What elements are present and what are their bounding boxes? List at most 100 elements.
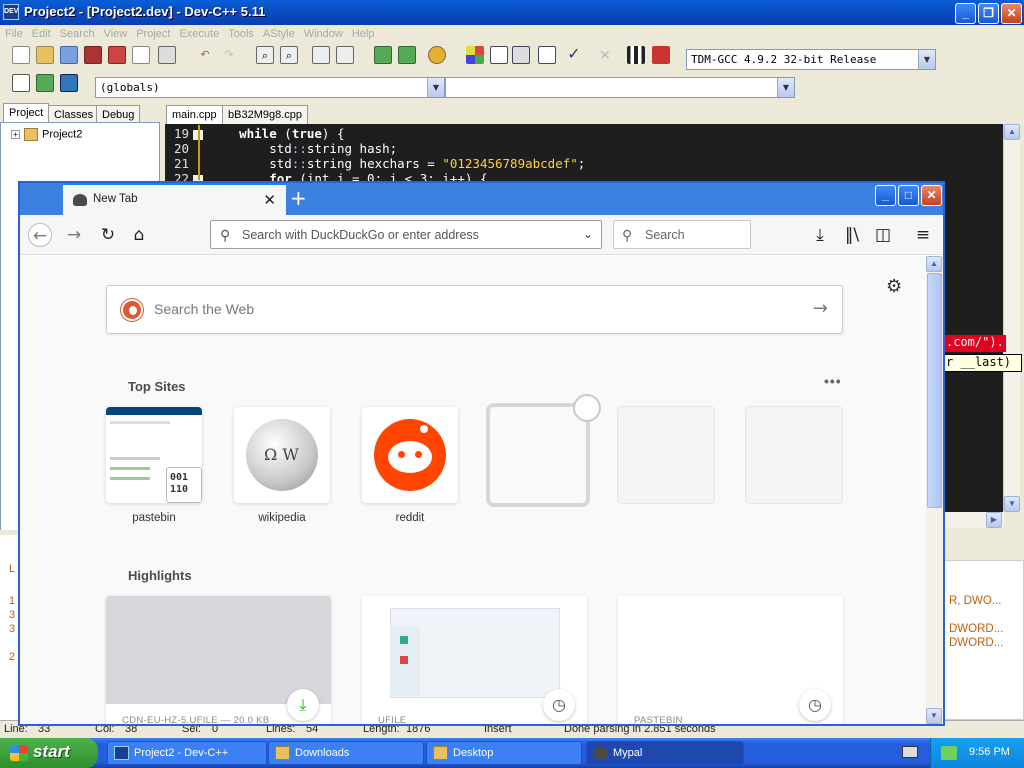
profile-icon[interactable] bbox=[627, 46, 645, 64]
chevron-down-icon[interactable]: ▼ bbox=[777, 78, 794, 97]
replace-icon[interactable]: ⌕ bbox=[280, 46, 298, 64]
menu-item-project[interactable]: Project bbox=[131, 25, 174, 40]
menu-item-window[interactable]: Window bbox=[299, 25, 347, 40]
gear-icon[interactable]: ⚙ bbox=[886, 276, 902, 297]
remove-file-icon[interactable] bbox=[398, 46, 416, 64]
network-icon[interactable] bbox=[941, 746, 957, 760]
highlight-card[interactable]: ◷ PASTEBIN bbox=[618, 596, 843, 724]
scroll-down-icon[interactable]: ▼ bbox=[926, 708, 942, 724]
scrollbar-thumb[interactable] bbox=[927, 273, 942, 508]
compiler-message-row[interactable]: DWORD... bbox=[949, 623, 1003, 635]
syntax-check-icon[interactable]: ✓ bbox=[565, 46, 583, 64]
delete-profile-icon[interactable] bbox=[652, 46, 670, 64]
redo-icon[interactable]: ↷ bbox=[220, 46, 238, 64]
open-file-icon[interactable] bbox=[36, 46, 54, 64]
top-site-tile-pastebin[interactable]: 001 110 bbox=[106, 407, 202, 503]
taskbar-item-mypal[interactable]: Mypal bbox=[586, 741, 744, 765]
indent-icon[interactable] bbox=[312, 46, 330, 64]
close-tab-icon[interactable]: ✕ bbox=[263, 191, 276, 209]
taskbar-item-downloads[interactable]: Downloads bbox=[268, 741, 424, 765]
home-icon[interactable]: ⌂ bbox=[127, 223, 151, 247]
menu-item-file[interactable]: File bbox=[0, 25, 27, 40]
back-icon[interactable]: ← bbox=[28, 223, 52, 247]
menu-item-view[interactable]: View bbox=[99, 25, 132, 40]
scroll-up-icon[interactable]: ▲ bbox=[1004, 124, 1020, 140]
browser-maximize-button[interactable]: □ bbox=[898, 185, 919, 206]
web-search-box[interactable]: Search the Web → bbox=[106, 285, 843, 334]
url-bar[interactable]: ⚲ Search with DuckDuckGo or enter addres… bbox=[210, 220, 602, 249]
restore-button[interactable]: ❐ bbox=[978, 3, 999, 24]
search-bar[interactable]: ⚲ Search bbox=[613, 220, 751, 249]
browser-tab-new-tab[interactable]: New Tab ✕ bbox=[63, 183, 286, 215]
menu-item-edit[interactable]: Edit bbox=[27, 25, 55, 40]
compiler-message-row[interactable]: DWORD... bbox=[949, 637, 1003, 649]
forward-icon[interactable]: → bbox=[62, 223, 86, 247]
more-options-icon[interactable]: ••• bbox=[824, 373, 842, 389]
close-file-icon[interactable] bbox=[108, 46, 126, 64]
print-icon[interactable] bbox=[158, 46, 176, 64]
menu-item-tools[interactable]: Tools bbox=[223, 25, 258, 40]
minimize-button[interactable]: _ bbox=[955, 3, 976, 24]
editor-vertical-scrollbar[interactable]: ▲ ▼ bbox=[1003, 124, 1020, 512]
close-button[interactable]: ✕ bbox=[1001, 3, 1022, 24]
compiler-messages-list[interactable]: R, DWO... DWORD... DWORD... bbox=[944, 560, 1024, 720]
arrow-right-icon[interactable]: → bbox=[813, 298, 828, 319]
stop-execution-icon[interactable]: ✕ bbox=[596, 46, 614, 64]
sidebar-icon[interactable]: ◫ bbox=[871, 223, 895, 247]
scroll-down-icon[interactable]: ▼ bbox=[1004, 496, 1020, 512]
hamburger-menu-icon[interactable]: ≡ bbox=[911, 223, 935, 247]
top-site-tile-empty[interactable] bbox=[618, 407, 714, 503]
undo-icon[interactable]: ↶ bbox=[196, 46, 214, 64]
compiler-select[interactable]: TDM-GCC 4.9.2 32-bit Release ▼ bbox=[686, 49, 936, 70]
compile-icon[interactable] bbox=[466, 46, 484, 64]
editor-tab-main-cpp[interactable]: main.cpp bbox=[166, 105, 223, 124]
rebuild-icon[interactable] bbox=[538, 46, 556, 64]
top-site-tile-wikipedia[interactable]: Ω W bbox=[234, 407, 330, 503]
chevron-down-icon[interactable]: ⌄ bbox=[583, 227, 593, 241]
browser-minimize-button[interactable]: _ bbox=[875, 185, 896, 206]
highlight-card[interactable]: ◷ UFILE bbox=[362, 596, 587, 724]
chevron-down-icon[interactable]: ▼ bbox=[427, 78, 444, 97]
highlight-card[interactable]: ⤓ CDN-EU-HZ-5.UFILE — 20.0 KB bbox=[106, 596, 331, 724]
run-icon[interactable] bbox=[490, 46, 508, 64]
taskbar-item-devcpp[interactable]: Project2 - Dev-C++ bbox=[107, 741, 267, 765]
taskbar-item-desktop[interactable]: Desktop bbox=[426, 741, 582, 765]
download-icon[interactable]: ⤓ bbox=[808, 223, 832, 247]
menu-item-execute[interactable]: Execute bbox=[174, 25, 223, 40]
reload-icon[interactable]: ↻ bbox=[96, 223, 120, 247]
browser-close-button[interactable]: ✕ bbox=[921, 185, 942, 206]
code-line[interactable]: 19 while (true) { bbox=[165, 126, 345, 141]
start-button[interactable]: start bbox=[0, 738, 98, 768]
menu-item-help[interactable]: Help bbox=[347, 25, 379, 40]
tab-project[interactable]: Project bbox=[3, 103, 50, 124]
scope-select[interactable]: (globals) ▼ bbox=[95, 77, 445, 98]
compile-run-icon[interactable] bbox=[512, 46, 530, 64]
scroll-up-icon[interactable]: ▲ bbox=[926, 256, 942, 272]
project-options-icon[interactable] bbox=[428, 46, 446, 64]
chevron-down-icon[interactable]: ▼ bbox=[918, 50, 935, 69]
editor-tab-bb32m9g8-cpp[interactable]: bB32M9g8.cpp bbox=[222, 105, 308, 124]
add-file-icon[interactable] bbox=[374, 46, 392, 64]
close-all-icon[interactable] bbox=[132, 46, 150, 64]
find-icon[interactable]: ⌕ bbox=[256, 46, 274, 64]
page-scrollbar[interactable]: ▲ ▼ bbox=[926, 256, 943, 724]
save-icon[interactable] bbox=[60, 46, 78, 64]
new-tab-button[interactable]: + bbox=[290, 186, 307, 210]
browser-titlebar[interactable]: New Tab ✕ + _ □ ✕ bbox=[20, 183, 943, 215]
code-line[interactable]: 21 std::string hexchars = "0123456789abc… bbox=[165, 156, 585, 171]
insert-icon[interactable] bbox=[12, 74, 30, 92]
save-all-icon[interactable] bbox=[84, 46, 102, 64]
new-file-icon[interactable] bbox=[12, 46, 30, 64]
top-site-tile-empty-focused[interactable] bbox=[486, 403, 590, 507]
toggle-bookmark-icon[interactable] bbox=[36, 74, 54, 92]
menu-item-search[interactable]: Search bbox=[55, 25, 99, 40]
menu-item-astyle[interactable]: AStyle bbox=[258, 25, 299, 40]
library-icon[interactable]: ‖\ bbox=[840, 223, 864, 247]
editor-horizontal-scrollbar[interactable]: ▶ bbox=[944, 512, 1004, 528]
goto-bookmark-icon[interactable] bbox=[60, 74, 78, 92]
goto-line-icon[interactable] bbox=[336, 46, 354, 64]
compiler-message-row[interactable]: R, DWO... bbox=[949, 595, 1001, 607]
top-site-tile-empty[interactable] bbox=[746, 407, 842, 503]
keyboard-layout-icon[interactable] bbox=[902, 746, 918, 758]
function-select[interactable]: ▼ bbox=[445, 77, 795, 98]
